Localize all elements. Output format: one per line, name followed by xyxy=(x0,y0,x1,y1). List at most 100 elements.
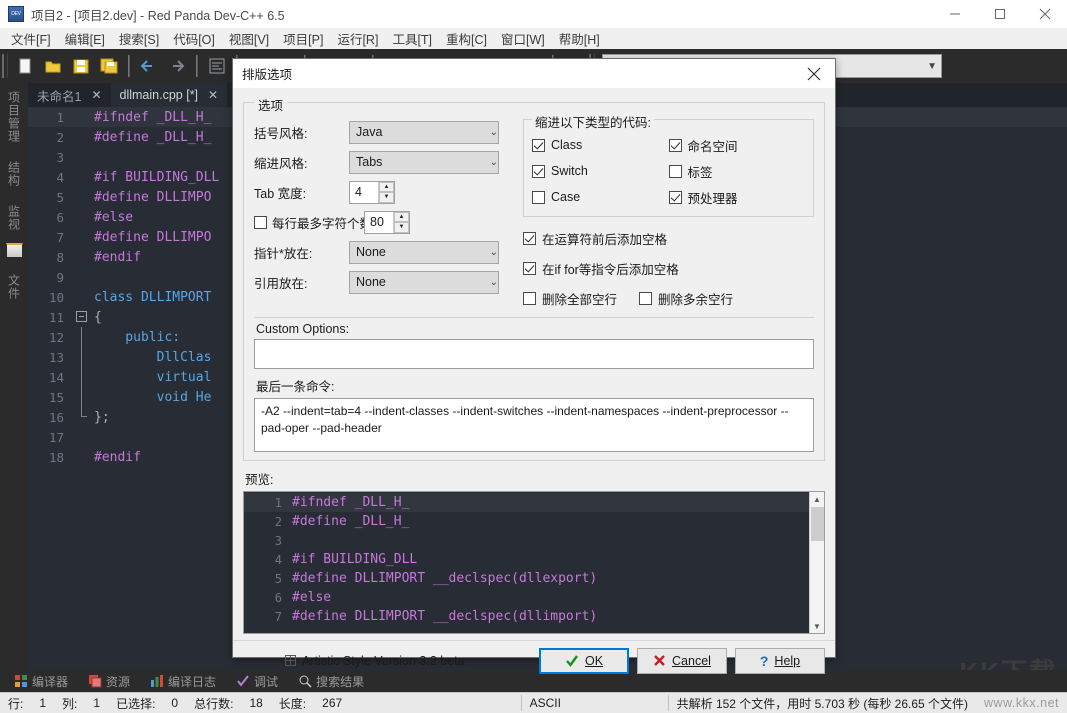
pad-header-row[interactable]: 在if for等指令后添加空格 xyxy=(523,255,814,281)
panel-tab-log[interactable]: 编译日志 xyxy=(142,672,224,691)
pad-oper-row[interactable]: 在运算符前后添加空格 xyxy=(523,225,814,251)
menu-window[interactable]: 窗口[W] xyxy=(494,27,552,50)
line-text: #ifndef _DLL_H_ xyxy=(292,495,409,510)
save-all-icon[interactable] xyxy=(96,53,122,79)
panel-tab-compiler[interactable]: 编译器 xyxy=(6,672,76,691)
max-chars-checkbox[interactable] xyxy=(254,216,267,229)
indent-switch-checkbox[interactable] xyxy=(532,165,545,178)
scroll-down-icon[interactable]: ▼ xyxy=(813,619,821,633)
stepper-up-icon[interactable]: ▲ xyxy=(394,212,409,223)
indent-preprocessor-checkbox[interactable] xyxy=(669,191,682,204)
panel-tab-resource[interactable]: 资源 xyxy=(80,672,138,691)
close-icon[interactable]: ✕ xyxy=(91,88,101,102)
menu-project[interactable]: 项目[P] xyxy=(276,27,330,50)
panel-tab-label: 编译器 xyxy=(32,673,68,690)
reference-align-select[interactable]: None ⌄ xyxy=(349,271,499,294)
preview-code[interactable]: 1#ifndef _DLL_H_ 2#define _DLL_H_ 3 4#if… xyxy=(244,492,809,633)
tab-width-stepper[interactable]: 4 ▲ ▼ xyxy=(349,181,395,204)
forward-arrow-icon[interactable] xyxy=(164,53,190,79)
indent-case-checkbox[interactable] xyxy=(532,191,545,204)
menu-edit[interactable]: 编辑[E] xyxy=(58,27,112,50)
sidebar-item-structure[interactable]: 结构 xyxy=(6,153,23,197)
menu-file[interactable]: 文件[F] xyxy=(4,27,58,50)
indent-style-select[interactable]: Tabs ⌄ xyxy=(349,151,499,174)
indent-preprocessor-row[interactable]: 预处理器 xyxy=(669,184,806,210)
stepper-up-icon[interactable]: ▲ xyxy=(379,182,394,193)
indent-class-row[interactable]: Class xyxy=(532,132,669,158)
line-text: { xyxy=(94,310,102,325)
line-text: class DLLIMPORT xyxy=(94,290,211,305)
line-text: #endif xyxy=(94,450,141,465)
delete-empty-checkbox[interactable] xyxy=(523,292,536,305)
help-button[interactable]: ? Help xyxy=(735,648,825,674)
fold-gutter[interactable] xyxy=(72,307,94,327)
close-icon[interactable] xyxy=(1022,0,1067,28)
stepper-down-icon[interactable]: ▼ xyxy=(394,222,409,233)
menu-search[interactable]: 搜索[S] xyxy=(112,27,166,50)
save-icon[interactable] xyxy=(68,53,94,79)
preview-line: 7#define DLLIMPORT __declspec(dllimport) xyxy=(244,607,809,626)
max-chars-label: 每行最多字符个数 xyxy=(272,213,364,232)
tab-width-row: Tab 宽度: 4 ▲ ▼ xyxy=(254,177,509,207)
log-icon xyxy=(150,674,164,688)
reformat-icon[interactable] xyxy=(204,53,230,79)
back-arrow-icon[interactable] xyxy=(136,53,162,79)
custom-options-input[interactable] xyxy=(254,339,814,369)
pointer-value: None xyxy=(356,245,490,259)
brace-style-label: 括号风格: xyxy=(254,123,349,142)
maximize-icon[interactable] xyxy=(977,0,1022,28)
menu-help[interactable]: 帮助[H] xyxy=(552,27,607,50)
sidebar-item-project[interactable]: 项目管理 xyxy=(6,83,23,153)
max-chars-row: 每行最多字符个数 80 ▲ ▼ xyxy=(254,207,509,237)
new-file-icon[interactable] xyxy=(12,53,38,79)
menu-code[interactable]: 代码[O] xyxy=(166,27,222,50)
menu-run[interactable]: 运行[R] xyxy=(330,27,385,50)
line-text: #define DLLIMPORT __declspec(dllimport) xyxy=(292,609,597,624)
status-parse-info: 共解析 152 个文件，用时 5.703 秒 (每秒 26.65 个文件) xyxy=(669,695,976,712)
pad-oper-checkbox[interactable] xyxy=(523,232,536,245)
ok-button[interactable]: OK xyxy=(539,648,629,674)
menu-refactor[interactable]: 重构[C] xyxy=(439,27,494,50)
max-chars-stepper[interactable]: 80 ▲ ▼ xyxy=(364,211,410,234)
delete-extra-row[interactable]: 删除多余空行 xyxy=(639,285,733,311)
menu-tools[interactable]: 工具[T] xyxy=(385,27,439,50)
fold-collapse-icon[interactable] xyxy=(76,311,87,322)
brace-style-row: 括号风格: Java ⌄ xyxy=(254,117,509,147)
indent-namespace-checkbox[interactable] xyxy=(669,139,682,152)
pointer-align-select[interactable]: None ⌄ xyxy=(349,241,499,264)
menu-view[interactable]: 视图[V] xyxy=(222,27,276,50)
editor-tab-untitled[interactable]: 未命名1 ✕ xyxy=(28,83,111,107)
minimize-icon[interactable] xyxy=(932,0,977,28)
pad-header-checkbox[interactable] xyxy=(523,262,536,275)
stepper-down-icon[interactable]: ▼ xyxy=(379,192,394,203)
indent-class-checkbox[interactable] xyxy=(532,139,545,152)
indent-label-checkbox[interactable] xyxy=(669,165,682,178)
watch-panel-icon[interactable] xyxy=(6,243,23,258)
line-number: 1 xyxy=(28,110,72,125)
delete-empty-row[interactable]: 删除全部空行 xyxy=(523,285,617,311)
indent-style-row: 缩进风格: Tabs ⌄ xyxy=(254,147,509,177)
close-icon[interactable]: ✕ xyxy=(208,88,218,102)
brace-style-select[interactable]: Java ⌄ xyxy=(349,121,499,144)
cancel-button[interactable]: Cancel xyxy=(637,648,727,674)
reference-row: 引用放在: None ⌄ xyxy=(254,267,509,297)
indent-label-row[interactable]: 标签 xyxy=(669,158,806,184)
status-bar: 行: 1 列: 1 已选择: 0 总行数: 18 长度: 267 ASCII 共… xyxy=(0,692,1067,713)
preview-scrollbar[interactable]: ▲ ▼ xyxy=(809,492,824,633)
scroll-up-icon[interactable]: ▲ xyxy=(813,492,821,506)
close-icon[interactable] xyxy=(793,59,835,88)
chevron-down-icon: ▼ xyxy=(927,61,937,72)
scrollbar-thumb[interactable] xyxy=(811,507,824,541)
indent-namespace-row[interactable]: 命名空间 xyxy=(669,132,806,158)
sidebar-item-files[interactable]: 文件 xyxy=(6,266,23,310)
fold-gutter xyxy=(72,247,94,267)
sidebar-item-watch[interactable]: 监视 xyxy=(6,197,23,241)
delete-extra-checkbox[interactable] xyxy=(639,292,652,305)
line-text: #ifndef _DLL_H_ xyxy=(94,110,211,125)
editor-tab-dllmain[interactable]: dllmain.cpp [*] ✕ xyxy=(111,83,228,107)
open-folder-icon[interactable] xyxy=(40,53,66,79)
indent-case-row[interactable]: Case xyxy=(532,184,669,210)
toolbar-grip[interactable] xyxy=(2,54,8,78)
indent-switch-row[interactable]: Switch xyxy=(532,158,669,184)
title-bar: 项目2 - [项目2.dev] - Red Panda Dev-C++ 6.5 xyxy=(0,0,1067,28)
